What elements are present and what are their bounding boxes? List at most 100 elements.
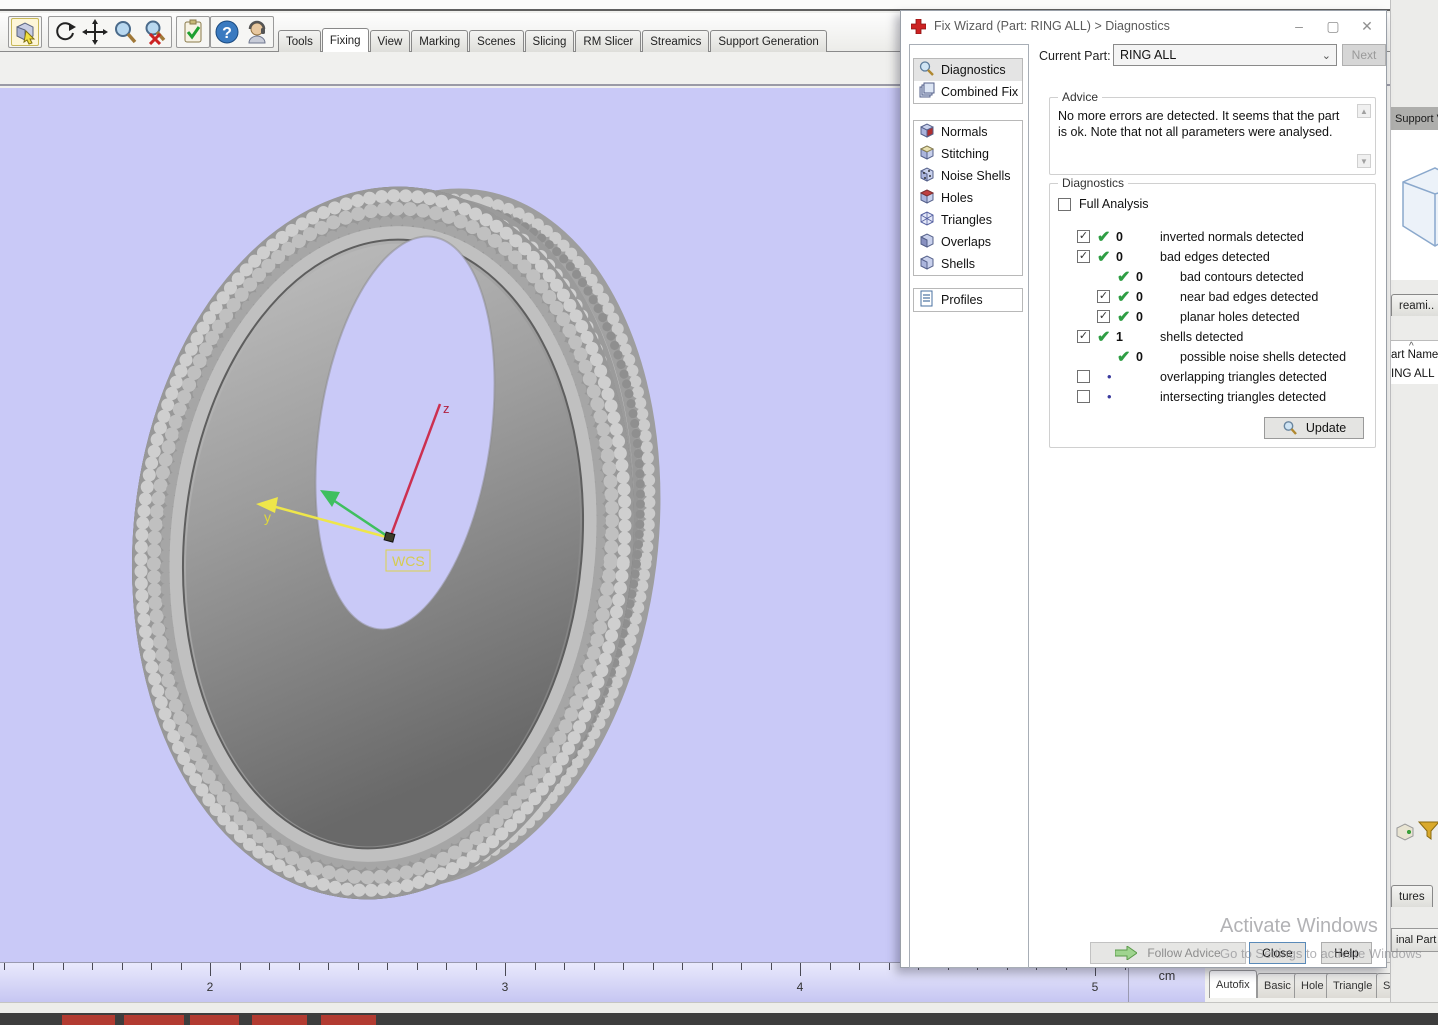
ribbon-tab-slicing[interactable]: Slicing: [524, 30, 575, 52]
nav-item-noise-shells[interactable]: Noise Shells: [914, 165, 1022, 187]
nav-item-label: Diagnostics: [941, 63, 1006, 77]
diagnostic-checkbox[interactable]: ✓: [1097, 290, 1110, 303]
bottom-tab-autofix[interactable]: Autofix: [1209, 970, 1257, 998]
diagnostic-row: ✔ 0 possible noise shells detected: [1050, 347, 1375, 367]
combined-fix-icon: [918, 82, 935, 102]
zoom-remove-icon[interactable]: [141, 18, 169, 46]
scroll-down-icon[interactable]: ▼: [1357, 154, 1371, 168]
full-analysis-checkbox-row[interactable]: Full Analysis: [1058, 197, 1148, 211]
taskbar-item[interactable]: [252, 1015, 307, 1025]
full-analysis-checkbox[interactable]: [1058, 197, 1071, 211]
taskbar-item[interactable]: [62, 1015, 115, 1025]
windows-taskbar[interactable]: [0, 1013, 1438, 1025]
pan-view-icon[interactable]: [81, 18, 109, 46]
rotate-view-icon[interactable]: [51, 18, 79, 46]
nav-item-label: Noise Shells: [941, 169, 1011, 183]
bottom-tab-basic[interactable]: Basic: [1257, 973, 1298, 998]
current-part-label: Current Part:: [1039, 49, 1111, 63]
ribbon-tab-scenes[interactable]: Scenes: [469, 30, 524, 52]
taskbar-item[interactable]: [321, 1015, 376, 1025]
part-list-fragment[interactable]: ^ art Name ING ALL: [1391, 340, 1438, 384]
viewport-3d[interactable]: z y WCS: [0, 88, 900, 962]
help-button[interactable]: Help: [1321, 942, 1372, 964]
next-button[interactable]: Next: [1342, 44, 1386, 66]
textures-tab-fragment[interactable]: tures: [1391, 884, 1438, 908]
nav-item-profiles[interactable]: Profiles: [914, 289, 1022, 311]
nav-item-shells[interactable]: Shells: [914, 253, 1022, 275]
diagnostic-checkbox[interactable]: [1077, 390, 1090, 403]
nav-item-holes[interactable]: Holes: [914, 187, 1022, 209]
dialog-titlebar[interactable]: Fix Wizard (Part: RING ALL) > Diagnostic…: [901, 11, 1386, 41]
nav-item-label: Overlaps: [941, 235, 992, 249]
part-row[interactable]: ING ALL: [1391, 368, 1434, 380]
diagnostic-checkbox[interactable]: ✓: [1077, 330, 1090, 343]
nav-item-triangles[interactable]: Triangles: [914, 209, 1022, 231]
nav-item-label: Holes: [941, 191, 973, 205]
maximize-button[interactable]: ▢: [1316, 13, 1350, 39]
fix-verify-icon[interactable]: [179, 18, 207, 46]
funnel-icon[interactable]: [1417, 818, 1438, 842]
streamics-tab-fragment[interactable]: reami..: [1391, 293, 1438, 317]
cube-holes-icon: [918, 188, 935, 208]
diagnostic-checkbox[interactable]: [1077, 370, 1090, 383]
select-part-icon[interactable]: [11, 18, 39, 46]
support-view-header[interactable]: Support V: [1391, 107, 1438, 130]
part-name-header[interactable]: art Name: [1391, 349, 1438, 361]
magnifier-icon: [1283, 421, 1297, 435]
wcs-label: WCS: [392, 553, 425, 569]
bottom-tab-triangle[interactable]: Triangle: [1326, 973, 1380, 998]
diagnostic-label: intersecting triangles detected: [1160, 390, 1327, 404]
ribbon-tab-marking[interactable]: Marking: [411, 30, 469, 52]
ruler-unit: cm: [1128, 963, 1205, 1003]
scroll-up-icon[interactable]: ▲: [1357, 104, 1371, 118]
ribbon-tab-tools[interactable]: Tools: [278, 30, 321, 52]
nav-item-stitching[interactable]: Stitching: [914, 143, 1022, 165]
diagnostic-row: ✓ ✔ 0 planar holes detected: [1050, 307, 1375, 327]
diagnostic-checkbox[interactable]: ✓: [1077, 230, 1090, 243]
diagnostic-count: 0: [1136, 290, 1143, 304]
ribbon-tab-support-generation[interactable]: Support Generation: [710, 30, 827, 52]
ruler-tick: [771, 963, 772, 970]
ruler-tick: [358, 963, 359, 970]
add-part-icon[interactable]: [1393, 820, 1417, 844]
ruler-tick: [210, 963, 211, 976]
nav-group-box: Normals Stitching Noise Shells Holes Triangl…: [913, 120, 1023, 276]
diagnostics-groupbox: Diagnostics Full Analysis ✓ ✔ 0 inverted no…: [1049, 176, 1376, 448]
diagnostic-row: ✓ ✔ 1 shells detected: [1050, 327, 1375, 347]
help-icon[interactable]: ?: [213, 18, 241, 46]
ruler-tick: [653, 963, 654, 970]
ruler-tick: [328, 963, 329, 970]
current-part-dropdown[interactable]: RING ALL ⌄: [1113, 44, 1337, 66]
minimize-button[interactable]: –: [1282, 13, 1316, 39]
diagnostic-checkbox[interactable]: ✓: [1077, 250, 1090, 263]
not-analysed-dot-icon: •: [1107, 369, 1112, 384]
ruler-number: 2: [206, 980, 214, 994]
diagnostic-checkbox[interactable]: ✓: [1097, 310, 1110, 323]
ribbon-tab-rm-slicer[interactable]: RM Slicer: [575, 30, 642, 52]
ribbon-tab-fixing[interactable]: Fixing: [321, 28, 369, 52]
nav-item-diagnostics[interactable]: Diagnostics: [914, 59, 1022, 81]
close-window-button[interactable]: ✕: [1350, 13, 1384, 39]
close-button[interactable]: Close: [1249, 942, 1306, 964]
cube-stitching-icon: [918, 144, 935, 164]
ribbon-tab-strip: Tools Fixing View Marking Scenes Slicing RM Sl…: [278, 28, 828, 52]
ruler-tick: [387, 963, 388, 970]
assistant-icon[interactable]: [243, 18, 271, 46]
cube-noise-icon: [918, 166, 935, 186]
final-part-button-fragment[interactable]: inal Part: [1391, 928, 1438, 954]
update-button[interactable]: Update: [1264, 417, 1364, 439]
ring-model[interactable]: z y WCS: [0, 88, 900, 962]
ruler-number: 3: [501, 980, 509, 994]
nav-item-normals[interactable]: Normals: [914, 121, 1022, 143]
nav-item-combined-fix[interactable]: Combined Fix: [914, 81, 1022, 103]
taskbar-item[interactable]: [124, 1015, 184, 1025]
ruler-tick: [682, 963, 683, 970]
ribbon-tab-view[interactable]: View: [369, 30, 411, 52]
nav-item-overlaps[interactable]: Overlaps: [914, 231, 1022, 253]
fix-wizard-cross-icon: [911, 18, 926, 34]
diagnostic-label: overlapping triangles detected: [1160, 370, 1327, 384]
follow-advice-button[interactable]: Follow Advice: [1090, 942, 1246, 964]
zoom-view-icon[interactable]: [111, 18, 139, 46]
ribbon-tab-streamics[interactable]: Streamics: [642, 30, 710, 52]
taskbar-item[interactable]: [190, 1015, 239, 1025]
